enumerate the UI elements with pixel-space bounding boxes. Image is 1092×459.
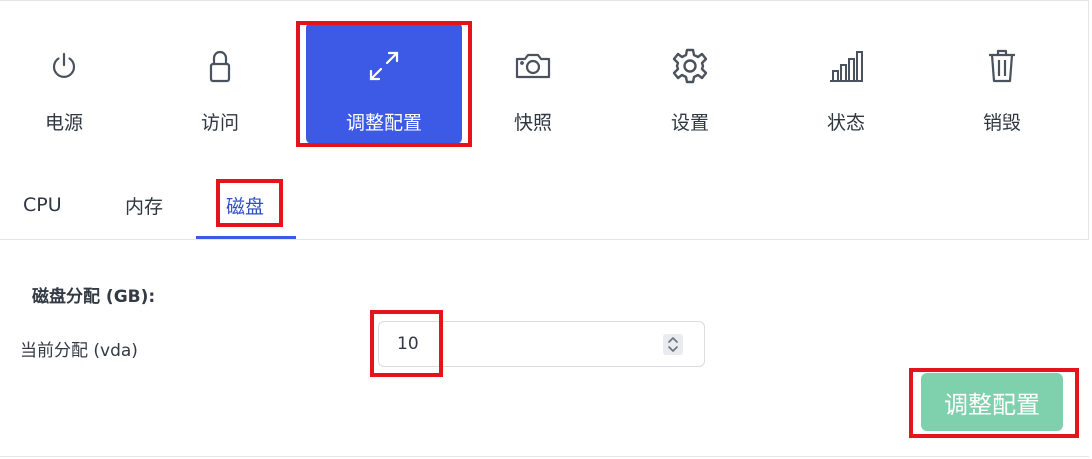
camera-icon bbox=[513, 46, 553, 86]
action-resize-label: 调整配置 bbox=[345, 112, 422, 134]
action-settings[interactable]: 设置 bbox=[612, 22, 768, 144]
resize-tabs: CPU 内存 磁盘 bbox=[0, 172, 1092, 238]
lock-icon bbox=[200, 46, 240, 86]
resize-icon bbox=[364, 46, 404, 86]
resize-submit-button[interactable]: 调整配置 bbox=[921, 373, 1063, 431]
disk-size-stepper bbox=[378, 321, 705, 367]
action-destroy-label: 销毁 bbox=[982, 112, 1021, 134]
power-icon bbox=[44, 46, 84, 86]
stepper-down-icon bbox=[668, 346, 678, 352]
action-destroy[interactable]: 销毁 bbox=[924, 22, 1080, 144]
current-allocation-label: 当前分配 (vda) bbox=[20, 341, 138, 361]
tab-disk[interactable]: 磁盘 bbox=[226, 172, 264, 238]
disk-section-title: 磁盘分配 (GB): bbox=[32, 287, 156, 307]
gear-icon bbox=[670, 46, 710, 86]
action-status[interactable]: 状态 bbox=[768, 22, 924, 144]
action-status-label: 状态 bbox=[826, 112, 865, 134]
action-access[interactable]: 访问 bbox=[142, 22, 298, 144]
bar-chart-icon bbox=[826, 46, 866, 86]
action-access-label: 访问 bbox=[200, 112, 239, 134]
action-settings-label: 设置 bbox=[670, 112, 709, 134]
stepper-buttons[interactable] bbox=[663, 334, 683, 355]
action-snapshot[interactable]: 快照 bbox=[455, 22, 611, 144]
disk-size-input[interactable] bbox=[397, 322, 657, 366]
action-power[interactable]: 电源 bbox=[0, 22, 142, 144]
tab-memory[interactable]: 内存 bbox=[125, 172, 163, 238]
trash-icon bbox=[982, 46, 1022, 86]
action-resize[interactable]: 调整配置 bbox=[306, 22, 462, 144]
action-power-label: 电源 bbox=[44, 112, 83, 134]
action-snapshot-label: 快照 bbox=[513, 112, 552, 134]
tab-cpu[interactable]: CPU bbox=[23, 172, 62, 238]
stepper-up-icon bbox=[668, 337, 678, 343]
